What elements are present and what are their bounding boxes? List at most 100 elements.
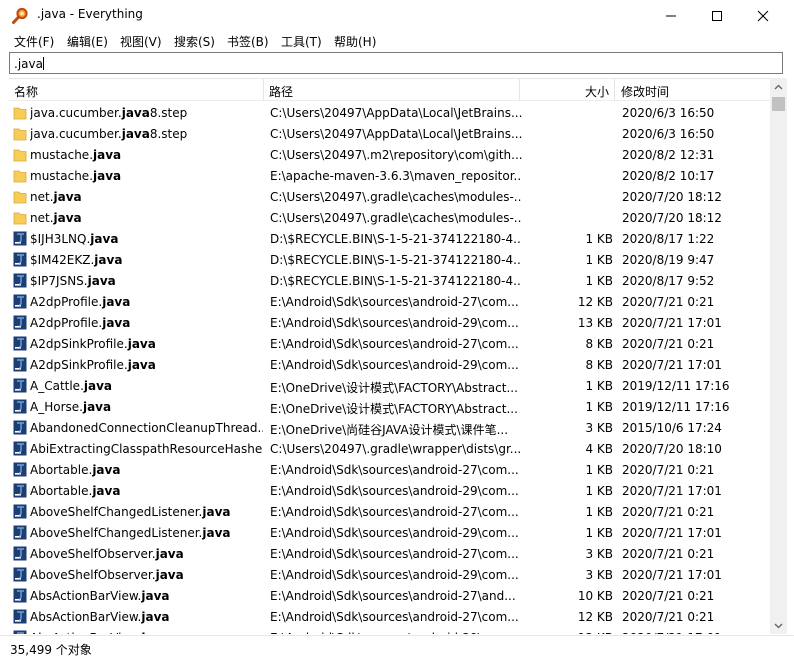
table-row[interactable]: A2dpSinkProfile.java E:\Android\Sdk\sourc… [9,354,770,375]
table-row[interactable]: net.java C:\Users\20497\.gradle\caches\mo… [9,186,770,207]
table-row[interactable]: java.cucumber.java8.step C:\Users\20497\A… [9,123,770,144]
java-file-icon [13,504,27,519]
file-modified: 2020/7/21 17:01 [622,568,722,582]
column-divider[interactable] [614,79,615,101]
file-size: 1 KB [585,400,613,414]
java-file-icon [13,378,27,393]
table-row[interactable]: AbsActionBarView.java E:\Android\Sdk\sour… [9,585,770,606]
vertical-scrollbar[interactable] [770,78,787,634]
results-list[interactable]: 名称 路径 大小 修改时间 java.cucumber.java8.step C:… [9,78,786,634]
table-row[interactable]: mustache.java E:\apache-maven-3.6.3\maven… [9,165,770,186]
minimize-button[interactable] [648,0,694,31]
file-name: AboveShelfObserver.java [30,568,184,582]
file-name: AbsActionBarView.java [30,589,170,603]
file-path: E:\Android\Sdk\sources\android-27\com... [270,610,519,624]
file-modified: 2020/6/3 16:50 [622,127,715,141]
table-row[interactable]: net.java C:\Users\20497\.gradle\caches\mo… [9,207,770,228]
menu-search[interactable]: 搜索(S) [174,33,215,50]
java-file-icon [13,546,27,561]
table-row[interactable]: $IP7JSNS.java D:\$RECYCLE.BIN\S-1-5-21-37… [9,270,770,291]
menu-edit[interactable]: 编辑(E) [67,33,108,50]
file-path: E:\Android\Sdk\sources\android-29\com... [270,358,519,372]
scroll-up-button[interactable] [770,78,787,95]
column-modified[interactable]: 修改时间 [621,83,669,100]
file-size: 1 KB [585,274,613,288]
text-caret [42,57,44,70]
menu-tools[interactable]: 工具(T) [281,33,322,50]
file-path: E:\Android\Sdk\sources\android-27\com... [270,337,519,351]
file-modified: 2020/7/21 17:01 [622,526,722,540]
menu-bar: 文件(F) 编辑(E) 视图(V) 搜索(S) 书签(B) 工具(T) 帮助(H… [0,31,794,51]
minimize-icon [666,15,676,16]
folder-icon [13,212,27,225]
file-path: C:\Users\20497\.gradle\caches\modules-..… [270,211,522,225]
file-path: E:\Android\Sdk\sources\android-27\com... [270,463,519,477]
menu-view[interactable]: 视图(V) [120,33,162,50]
file-modified: 2020/7/21 0:21 [622,505,715,519]
java-file-icon [13,315,27,330]
folder-icon [13,128,27,141]
table-row[interactable]: A2dpProfile.java E:\Android\Sdk\sources\a… [9,312,770,333]
file-size: 4 KB [585,442,613,456]
column-divider[interactable] [263,79,264,101]
file-name: AboveShelfChangedListener.java [30,505,231,519]
scroll-thumb[interactable] [772,97,785,111]
table-row[interactable]: AbandonedConnectionCleanupThread... E:\On… [9,417,770,438]
table-row[interactable]: AboveShelfObserver.java E:\Android\Sdk\so… [9,543,770,564]
column-path[interactable]: 路径 [269,83,293,100]
magnifier-icon [12,7,28,24]
file-path: D:\$RECYCLE.BIN\S-1-5-21-374122180-4... [270,232,522,246]
table-row[interactable]: A_Horse.java E:\OneDrive\设计模式\FACTORY\Abs… [9,396,770,417]
table-row[interactable]: $IJH3LNQ.java D:\$RECYCLE.BIN\S-1-5-21-37… [9,228,770,249]
file-name: net.java [30,190,82,204]
table-row[interactable]: AboveShelfChangedListener.java E:\Android… [9,501,770,522]
table-row[interactable]: A2dpSinkProfile.java E:\Android\Sdk\sourc… [9,333,770,354]
column-size[interactable]: 大小 [585,83,609,100]
file-path: E:\OneDrive\设计模式\FACTORY\Abstract... [270,402,518,416]
file-size: 12 KB [529,631,613,634]
file-path: C:\Users\20497\AppData\Local\JetBrains..… [270,127,522,141]
chevron-down-icon [774,623,783,628]
file-modified: 2020/8/17 1:22 [622,232,715,246]
table-row[interactable]: Abortable.java E:\Android\Sdk\sources\and… [9,459,770,480]
file-name: A2dpProfile.java [30,295,131,309]
table-row[interactable]: A2dpProfile.java E:\Android\Sdk\sources\a… [9,291,770,312]
java-file-icon [13,294,27,309]
table-row[interactable]: Abortable.java E:\Android\Sdk\sources\and… [9,480,770,501]
menu-bookmarks[interactable]: 书签(B) [227,33,269,50]
file-name: $IJH3LNQ.java [30,232,119,246]
file-path: E:\Android\Sdk\sources\android-27\and... [270,589,516,603]
table-row[interactable]: AboveShelfObserver.java E:\Android\Sdk\so… [9,564,770,585]
table-row[interactable]: mustache.java C:\Users\20497\.m2\reposito… [9,144,770,165]
table-row[interactable]: A_Cattle.java E:\OneDrive\设计模式\FACTORY\Ab… [9,375,770,396]
title-bar[interactable]: .java - Everything [0,0,794,31]
chevron-up-icon [774,84,783,89]
file-path: D:\$RECYCLE.BIN\S-1-5-21-374122180-4... [270,253,522,267]
file-modified: 2020/8/19 9:47 [622,253,715,267]
table-row[interactable]: AbsActionBarView.java E:\Android\Sdk\sour… [9,627,770,634]
menu-file[interactable]: 文件(F) [14,33,54,50]
table-row[interactable]: AbsActionBarView.java E:\Android\Sdk\sour… [9,606,770,627]
file-name: Abortable.java [30,463,121,477]
file-size: 13 KB [577,316,613,330]
table-row[interactable]: AboveShelfChangedListener.java E:\Android… [9,522,770,543]
file-size: 1 KB [585,526,613,540]
table-row[interactable]: AbiExtractingClasspathResourceHashe... C:… [9,438,770,459]
file-name: AboveShelfChangedListener.java [30,526,231,540]
java-file-icon [13,462,27,477]
maximize-button[interactable] [694,0,740,31]
file-size: 8 KB [585,337,613,351]
column-divider[interactable] [519,79,520,101]
file-modified: 2020/7/21 0:21 [622,463,715,477]
close-button[interactable] [740,0,786,31]
file-name: $IM42EKZ.java [30,253,123,267]
column-name[interactable]: 名称 [14,83,38,100]
scroll-down-button[interactable] [770,617,787,634]
table-row[interactable]: java.cucumber.java8.step C:\Users\20497\A… [9,102,770,123]
search-input[interactable]: .java [9,52,783,74]
file-modified: 2020/7/20 18:12 [622,211,722,225]
menu-help[interactable]: 帮助(H) [334,33,376,50]
table-row[interactable]: $IM42EKZ.java D:\$RECYCLE.BIN\S-1-5-21-37… [9,249,770,270]
file-size: 1 KB [585,379,613,393]
file-size: 3 KB [585,568,613,582]
